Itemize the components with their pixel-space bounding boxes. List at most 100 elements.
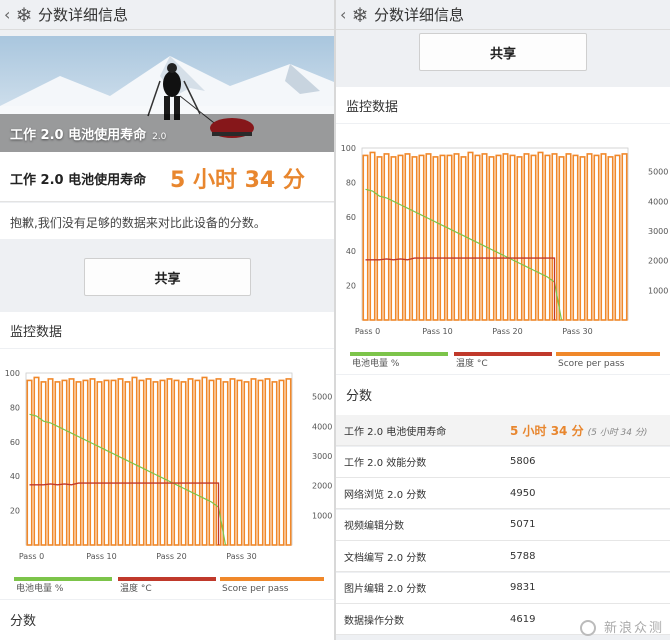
score-bar [488, 156, 495, 321]
score-bar [103, 379, 110, 546]
score-title: 分数 [346, 389, 373, 404]
score-bar [432, 156, 439, 321]
score-bar [236, 379, 243, 546]
score-bar [117, 378, 124, 546]
score-bar [607, 156, 614, 321]
score-row-label: 数据操作分数 [344, 615, 404, 627]
score-bar [411, 156, 418, 321]
right-panel: ‹ ❄ 分数详细信息 共享 监控数据 20 40 60 80 100 1000 2000 30… [336, 0, 670, 640]
score-bar [390, 156, 397, 321]
hero-title: 工作 2.0 电池使用寿命 2.0 [10, 128, 167, 143]
score-bar [600, 153, 607, 321]
y-tick-label-left: 60 [346, 213, 356, 222]
legend-swatch [14, 577, 112, 581]
score-row-value: 4950 [510, 487, 536, 499]
share-button[interactable]: 共享 [84, 258, 251, 296]
score-row: 文档编写 2.0 分数 5788 [336, 541, 670, 572]
score-bar [173, 379, 180, 546]
legend-label: 温度 °C [456, 357, 488, 369]
score-bar [138, 379, 145, 546]
score-bar [614, 154, 621, 321]
score-row-label: 图片编辑 2.0 分数 [344, 584, 427, 595]
result-value: 5 小时 34 分 [170, 168, 305, 193]
header: ‹ ❄ 分数详细信息 [0, 0, 334, 30]
back-icon[interactable]: ‹ [4, 5, 14, 24]
score-row: 视频编辑分数 5071 [336, 509, 670, 541]
note-text: 抱歉,我们没有足够的数据来对比此设备的分数。 [10, 216, 266, 230]
monitor-title: 监控数据 [10, 325, 63, 340]
y-tick-label-right: 4000 [648, 197, 668, 206]
score-bar [271, 381, 278, 546]
score-bar [453, 153, 460, 321]
score-bar [586, 153, 593, 321]
score-row-label: 视频编辑分数 [344, 521, 404, 532]
score-bar [572, 154, 579, 321]
score-bar [61, 379, 68, 546]
y-tick-label-left: 60 [10, 438, 20, 447]
monitor-chart: 20 40 60 80 100 1000 2000 3000 4000 5000 Pass 0 Pas… [336, 124, 670, 374]
score-bar [110, 379, 117, 546]
score-bar [544, 154, 551, 321]
score-bar [474, 154, 481, 321]
score-bar [369, 151, 376, 321]
note-card: 抱歉,我们没有足够的数据来对比此设备的分数。 [0, 203, 334, 239]
y-tick-label-left: 100 [341, 144, 356, 153]
watermark: 新浪众测 [603, 621, 664, 636]
score-bar [187, 378, 194, 546]
x-tick-label: Pass 20 [492, 327, 522, 336]
score-bar [264, 378, 271, 546]
score-bar [362, 154, 369, 321]
x-tick-label: Pass 10 [86, 552, 116, 561]
score-row-label: 网络浏览 2.0 分数 [344, 489, 427, 501]
page-title: 分数详细信息 [38, 6, 129, 24]
x-tick-label: Pass 30 [226, 552, 256, 561]
legend-swatch [556, 352, 660, 356]
monitor-title: 监控数据 [346, 100, 399, 115]
y-tick-label-right: 3000 [648, 227, 668, 236]
score-bar [152, 381, 159, 546]
score-bar [509, 154, 516, 321]
score-bar [201, 376, 208, 546]
y-tick-label-right: 2000 [312, 482, 332, 491]
y-tick-label-left: 40 [346, 247, 356, 256]
legend-swatch [118, 577, 216, 581]
legend-label: Score per pass [222, 584, 289, 594]
header: ‹ ❄ 分数详细信息 [336, 0, 670, 30]
score-bar [33, 376, 40, 546]
hero-image: 工作 2.0 电池使用寿命 2.0 [0, 36, 334, 152]
score-bar [376, 156, 383, 321]
back-icon[interactable]: ‹ [340, 5, 350, 24]
score-row-value: 5 小时 34 分 (5 小时 34 分) [510, 423, 648, 438]
score-bar [397, 154, 404, 321]
score-bar [418, 154, 425, 321]
score-row-value: 5806 [510, 456, 536, 467]
score-row: 工作 2.0 效能分数 5806 [336, 446, 670, 478]
score-bar [82, 379, 89, 546]
y-tick-label-right: 5000 [312, 393, 332, 402]
y-tick-label-left: 80 [346, 178, 356, 187]
y-tick-label-right: 1000 [648, 286, 668, 295]
y-tick-label-right: 3000 [312, 452, 332, 461]
legend-label: 电池电量 % [16, 582, 64, 594]
y-tick-label-right: 1000 [312, 511, 332, 520]
score-bar [250, 378, 257, 546]
legend-swatch [454, 352, 552, 356]
score-bar [593, 154, 600, 321]
score-title: 分数 [10, 614, 37, 629]
y-tick-label-right: 2000 [648, 257, 668, 266]
score-bar [54, 381, 61, 546]
score-bar [229, 378, 236, 546]
page-title: 分数详细信息 [374, 6, 465, 24]
result-label: 工作 2.0 电池使用寿命 [10, 173, 147, 188]
score-bar [481, 153, 488, 321]
y-tick-label-right: 4000 [312, 422, 332, 431]
share-button[interactable]: 共享 [419, 33, 587, 71]
score-bar [495, 154, 502, 321]
monitor-chart: 20 40 60 80 100 1000 2000 3000 4000 5000 Pass 0 Pas… [0, 349, 334, 599]
score-bar [194, 379, 201, 546]
legend-swatch [220, 577, 324, 581]
score-bar [621, 153, 628, 321]
score-bar [460, 156, 467, 321]
score-row: 工作 2.0 电池使用寿命 5 小时 34 分 (5 小时 34 分) [336, 415, 670, 446]
y-tick-label-left: 80 [10, 403, 20, 412]
